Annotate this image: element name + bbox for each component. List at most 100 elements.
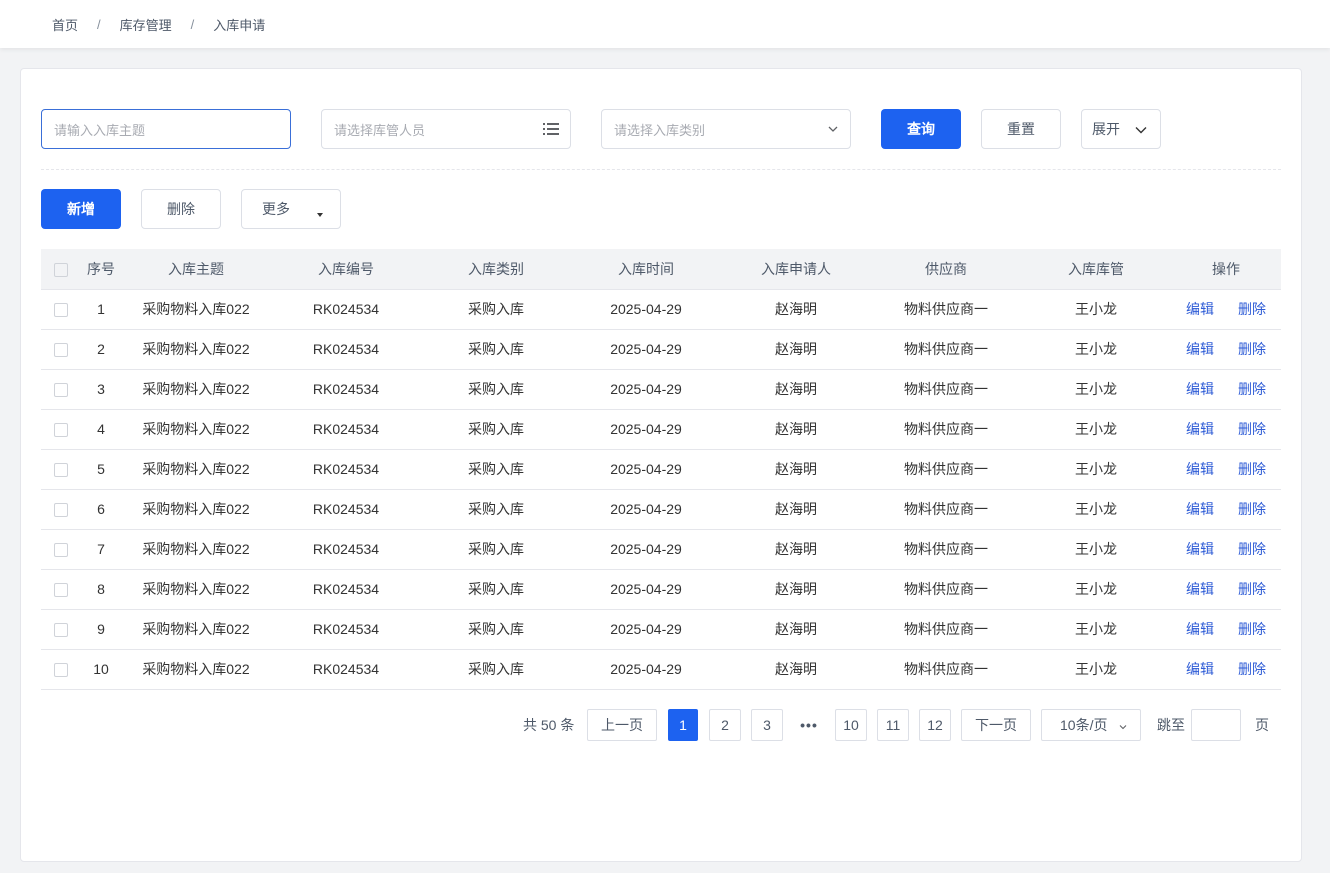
column-header: 入库类别 <box>421 249 571 290</box>
cell-applicant: 赵海明 <box>721 569 871 610</box>
cell-code: RK024534 <box>271 649 421 690</box>
breadcrumb-inventory[interactable]: 库存管理 <box>120 15 172 34</box>
category-select[interactable]: 请选择入库类别 <box>601 109 851 149</box>
row-checkbox[interactable] <box>54 463 68 478</box>
prev-page-button[interactable]: 上一页 <box>587 709 657 741</box>
cell-keeper: 王小龙 <box>1021 289 1171 330</box>
cell-applicant: 赵海明 <box>721 329 871 370</box>
row-checkbox[interactable] <box>54 343 68 358</box>
cell-category: 采购入库 <box>421 609 571 650</box>
page-2[interactable]: 2 <box>709 709 741 741</box>
cell-time: 2025-04-29 <box>571 449 721 490</box>
edit-link[interactable]: 编辑 <box>1186 301 1214 317</box>
expand-button[interactable]: 展开 <box>1081 109 1161 149</box>
edit-link[interactable]: 编辑 <box>1186 421 1214 437</box>
page-size-select[interactable]: 10条/页 <box>1041 709 1141 741</box>
jump-page-input[interactable] <box>1191 709 1241 741</box>
cell-category: 采购入库 <box>421 529 571 570</box>
column-header: 入库编号 <box>271 249 421 290</box>
table-row: 10 采购物料入库022 RK024534 采购入库 2025-04-29 赵海明 物料供应… <box>41 649 1281 690</box>
cell-subject: 采购物料入库022 <box>121 329 271 370</box>
edit-link[interactable]: 编辑 <box>1186 581 1214 597</box>
row-checkbox[interactable] <box>54 543 68 558</box>
edit-link[interactable]: 编辑 <box>1186 621 1214 637</box>
query-button[interactable]: 查询 <box>881 109 961 149</box>
cell-keeper: 王小龙 <box>1021 609 1171 650</box>
edit-link[interactable]: 编辑 <box>1186 461 1214 477</box>
next-page-button[interactable]: 下一页 <box>961 709 1031 741</box>
cell-category: 采购入库 <box>421 289 571 330</box>
cell-category: 采购入库 <box>421 649 571 690</box>
delete-link[interactable]: 删除 <box>1238 421 1266 437</box>
subject-input[interactable]: 请输入入库主题 <box>41 109 291 149</box>
row-checkbox[interactable] <box>54 383 68 398</box>
breadcrumb-current: 入库申请 <box>213 17 266 33</box>
cell-time: 2025-04-29 <box>571 409 721 450</box>
page-12[interactable]: 12 <box>919 709 951 741</box>
page-ellipsis[interactable]: ••• <box>793 709 825 741</box>
cell-keeper: 王小龙 <box>1021 329 1171 370</box>
cell-subject: 采购物料入库022 <box>121 289 271 330</box>
cell-actions: 编辑 删除 <box>1171 329 1281 370</box>
cell-no: 6 <box>81 489 121 530</box>
cell-subject: 采购物料入库022 <box>121 489 271 530</box>
cell-actions: 编辑 删除 <box>1171 489 1281 530</box>
total-count: 共 50 条 <box>523 717 575 733</box>
delete-link[interactable]: 删除 <box>1238 661 1266 677</box>
cell-no: 10 <box>81 649 121 690</box>
edit-link[interactable]: 编辑 <box>1186 541 1214 557</box>
breadcrumb-home[interactable]: 首页 <box>52 15 78 34</box>
select-all-checkbox[interactable] <box>54 262 68 277</box>
delete-link[interactable]: 删除 <box>1238 461 1266 477</box>
reset-button[interactable]: 重置 <box>981 109 1061 149</box>
cell-subject: 采购物料入库022 <box>121 569 271 610</box>
cell-supplier: 物料供应商一 <box>871 489 1021 530</box>
delete-link[interactable]: 删除 <box>1238 341 1266 357</box>
delete-link[interactable]: 删除 <box>1238 501 1266 517</box>
category-placeholder: 请选择入库类别 <box>614 122 706 138</box>
page-1[interactable]: 1 <box>668 709 698 741</box>
delete-link[interactable]: 删除 <box>1238 381 1266 397</box>
cell-supplier: 物料供应商一 <box>871 569 1021 610</box>
add-button[interactable]: 新增 <box>41 189 121 229</box>
caret-down-icon <box>316 206 324 222</box>
cell-time: 2025-04-29 <box>571 369 721 410</box>
row-checkbox[interactable] <box>54 583 68 598</box>
delete-link[interactable]: 删除 <box>1238 301 1266 317</box>
more-dropdown[interactable]: 更多 <box>241 189 341 229</box>
delete-link[interactable]: 删除 <box>1238 541 1266 557</box>
column-header: 入库主题 <box>121 249 271 290</box>
cell-actions: 编辑 删除 <box>1171 569 1281 610</box>
cell-applicant: 赵海明 <box>721 409 871 450</box>
row-checkbox-cell <box>41 569 81 610</box>
delete-link[interactable]: 删除 <box>1238 621 1266 637</box>
inbound-table: 序号 入库主题 入库编号 入库类别 入库时间 入库申请人 供应商 入库库管 操作… <box>41 249 1281 690</box>
row-checkbox-cell <box>41 289 81 330</box>
row-checkbox[interactable] <box>54 303 68 318</box>
manager-select[interactable]: 请选择库管人员 <box>321 109 571 149</box>
cell-code: RK024534 <box>271 329 421 370</box>
row-checkbox[interactable] <box>54 503 68 518</box>
row-checkbox[interactable] <box>54 623 68 638</box>
edit-link[interactable]: 编辑 <box>1186 341 1214 357</box>
cell-code: RK024534 <box>271 409 421 450</box>
page-3[interactable]: 3 <box>751 709 783 741</box>
more-label: 更多 <box>262 201 290 217</box>
cell-keeper: 王小龙 <box>1021 649 1171 690</box>
edit-link[interactable]: 编辑 <box>1186 661 1214 677</box>
cell-category: 采购入库 <box>421 489 571 530</box>
table-row: 7 采购物料入库022 RK024534 采购入库 2025-04-29 赵海明 物料供应商… <box>41 529 1281 570</box>
row-checkbox[interactable] <box>54 663 68 678</box>
cell-subject: 采购物料入库022 <box>121 529 271 570</box>
cell-applicant: 赵海明 <box>721 609 871 650</box>
row-checkbox[interactable] <box>54 423 68 438</box>
page-11[interactable]: 11 <box>877 709 909 741</box>
cell-time: 2025-04-29 <box>571 609 721 650</box>
edit-link[interactable]: 编辑 <box>1186 381 1214 397</box>
cell-actions: 编辑 删除 <box>1171 609 1281 650</box>
cell-code: RK024534 <box>271 529 421 570</box>
delete-button[interactable]: 删除 <box>141 189 221 229</box>
page-10[interactable]: 10 <box>835 709 867 741</box>
edit-link[interactable]: 编辑 <box>1186 501 1214 517</box>
delete-link[interactable]: 删除 <box>1238 581 1266 597</box>
